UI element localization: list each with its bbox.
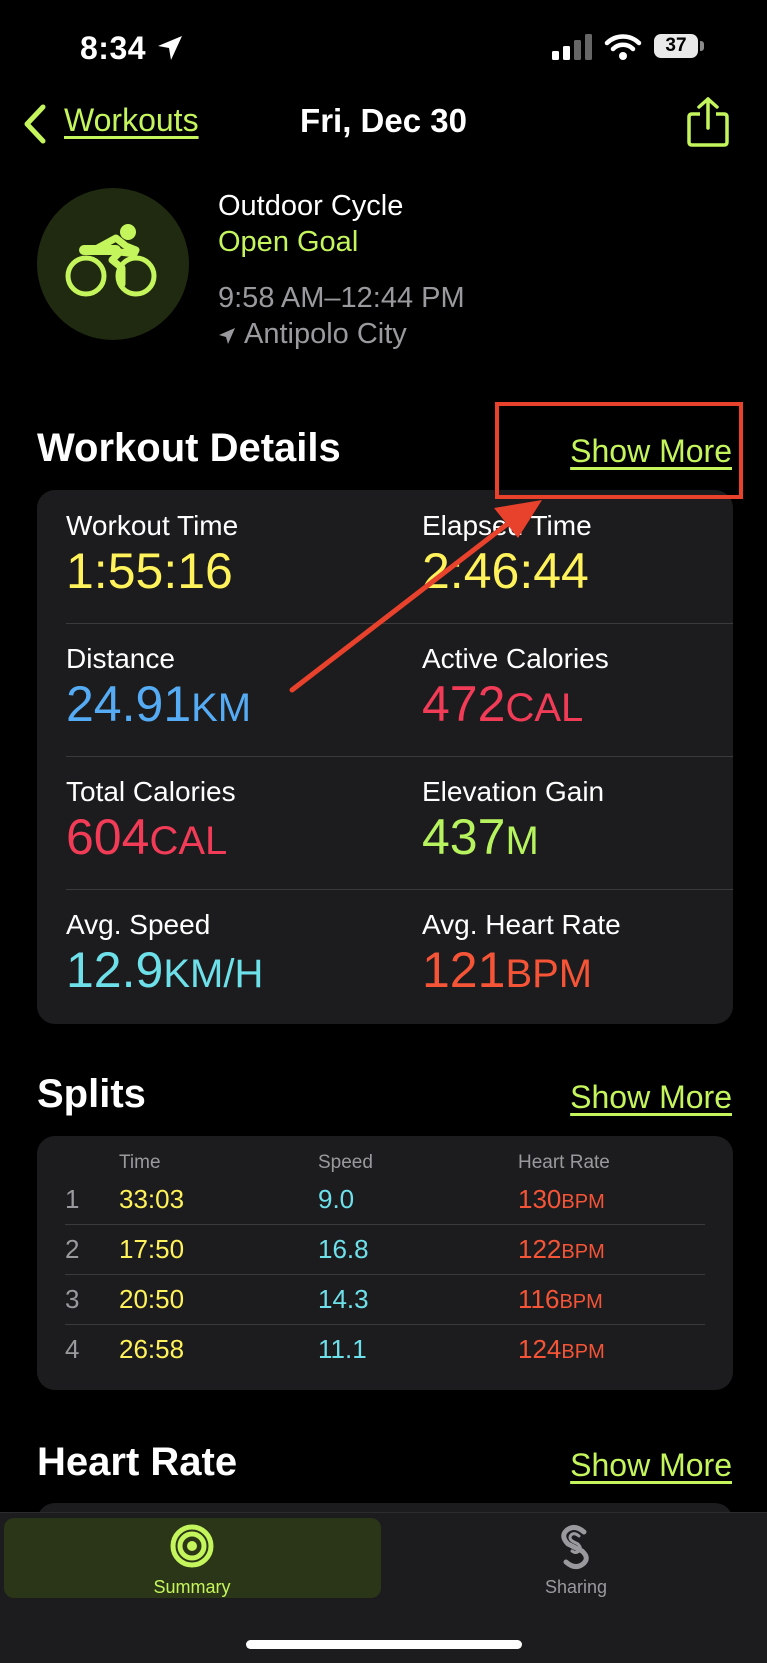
metric-number: 24.91	[66, 676, 192, 732]
metric-value: 24.91km	[66, 675, 251, 733]
metric-unit: bpm	[505, 952, 593, 996]
sharing-icon[interactable]	[558, 1524, 592, 1570]
metric-number: 12.9	[66, 942, 164, 998]
split-hr-unit: bpm	[561, 1191, 605, 1213]
splits-show-more-button[interactable]: Show More	[570, 1079, 732, 1116]
metric-value: 1:55:16	[66, 542, 233, 600]
split-time: 20:50	[119, 1284, 185, 1314]
location-icon	[219, 328, 235, 344]
metric-unit: km/h	[163, 952, 264, 996]
battery-tip	[700, 41, 704, 51]
cycling-icon	[65, 224, 157, 297]
divider	[65, 1324, 705, 1325]
split-heart-rate: 122bpm	[518, 1234, 605, 1265]
workout-details-title: Workout Details	[37, 426, 341, 470]
metric-label: Distance	[66, 643, 175, 674]
split-index: 2	[65, 1234, 80, 1264]
splits-card: Time Speed Heart Rate 1 33:03 9.0 130bpm 2 17…	[37, 1136, 733, 1390]
metric-value: 12.9km/h	[66, 941, 263, 999]
split-speed: 9.0	[318, 1184, 355, 1214]
split-heart-rate: 130bpm	[518, 1184, 605, 1215]
divider	[66, 889, 733, 890]
split-hr-unit: bpm	[559, 1291, 603, 1313]
split-hr-value: 124	[518, 1334, 562, 1364]
divider	[66, 756, 733, 757]
split-hr-value: 130	[518, 1184, 562, 1214]
metric-unit: m	[505, 819, 539, 863]
metric-label: Workout Time	[66, 510, 239, 541]
split-hr-unit: bpm	[561, 1241, 605, 1263]
split-time: 17:50	[119, 1234, 185, 1264]
activity-rings-icon	[170, 1524, 214, 1568]
status-time: 8:34	[80, 30, 147, 66]
location-arrow-icon	[158, 36, 182, 60]
share-icon[interactable]	[685, 96, 731, 148]
divider	[65, 1274, 705, 1275]
cellular-signal-icon	[552, 34, 592, 60]
highlight-box	[495, 402, 743, 499]
split-speed: 16.8	[318, 1234, 369, 1264]
workout-time-range: 9:58 AM–12:44 PM	[218, 282, 465, 314]
tab-summary-label[interactable]: Summary	[92, 1577, 292, 1598]
workout-goal: Open Goal	[218, 226, 359, 258]
workout-type: Outdoor Cycle	[218, 190, 404, 222]
heart-rate-show-more-button[interactable]: Show More	[570, 1447, 732, 1484]
wifi-icon	[604, 34, 642, 60]
split-index: 3	[65, 1284, 80, 1314]
tab-sharing-label[interactable]: Sharing	[476, 1577, 676, 1598]
page-title: Fri, Dec 30	[300, 102, 467, 139]
metric-label: Total Calories	[66, 776, 236, 807]
split-speed: 14.3	[318, 1284, 369, 1314]
split-hr-value: 116	[518, 1284, 560, 1314]
splits-col-time: Time	[119, 1152, 161, 1173]
metric-unit: km	[191, 686, 252, 730]
metric-value: 604cal	[66, 808, 227, 866]
metric-label: Elevation Gain	[422, 776, 605, 807]
split-hr-unit: bpm	[561, 1341, 605, 1363]
heart-rate-title: Heart Rate	[37, 1440, 238, 1484]
split-hr-value: 122	[518, 1234, 562, 1264]
split-speed: 11.1	[318, 1334, 367, 1364]
metric-number: 604	[66, 809, 150, 865]
metric-value: 121bpm	[422, 941, 592, 999]
split-time: 26:58	[119, 1334, 185, 1364]
metric-number: 437	[422, 809, 506, 865]
splits-col-heart-rate: Heart Rate	[518, 1152, 610, 1173]
annotation-arrow-icon	[289, 500, 542, 693]
metric-label: Avg. Heart Rate	[422, 909, 621, 940]
metric-value: 437m	[422, 808, 539, 866]
split-heart-rate: 124bpm	[518, 1334, 605, 1365]
metric-unit: cal	[149, 819, 228, 863]
metric-number: 121	[422, 942, 506, 998]
divider	[65, 1224, 705, 1225]
home-indicator	[246, 1640, 522, 1649]
metric-number: 1:55:16	[66, 543, 233, 599]
splits-col-speed: Speed	[318, 1152, 373, 1173]
workout-location: Antipolo City	[244, 318, 407, 350]
splits-title: Splits	[37, 1072, 146, 1116]
split-index: 1	[65, 1184, 80, 1214]
split-time: 33:03	[119, 1184, 185, 1214]
split-heart-rate: 116bpm	[518, 1284, 603, 1315]
split-index: 4	[65, 1334, 80, 1364]
metric-label: Avg. Speed	[66, 909, 211, 940]
battery-indicator: 37	[654, 34, 698, 58]
